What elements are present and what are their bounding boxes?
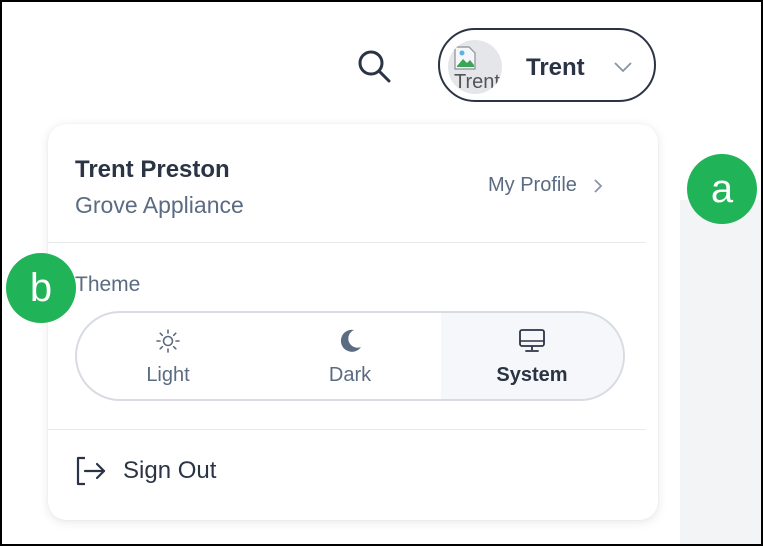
screenshot-border (0, 0, 763, 546)
